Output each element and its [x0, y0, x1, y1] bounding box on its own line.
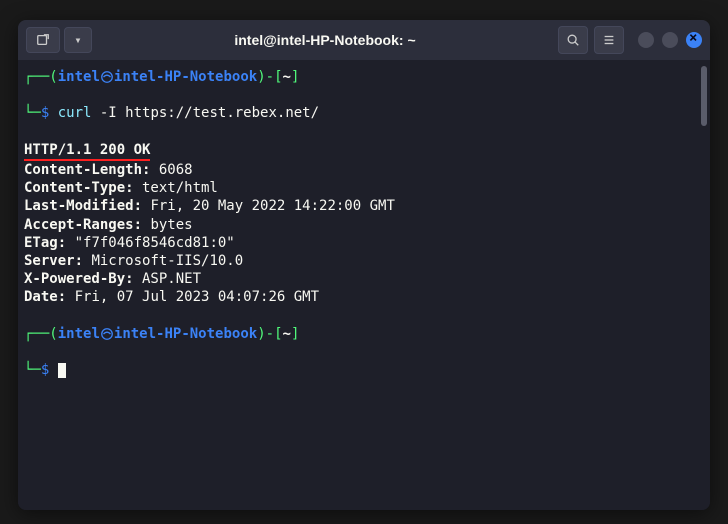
- prompt-close: ): [257, 69, 265, 85]
- prompt-user: intel: [58, 69, 100, 85]
- prompt-open-2: (: [49, 326, 57, 342]
- prompt-dash: -: [266, 69, 274, 85]
- prompt-open: (: [49, 69, 57, 85]
- cursor: [58, 363, 66, 378]
- prompt-path-2: ~: [283, 326, 291, 342]
- window-title: intel@intel-HP-Notebook: ~: [98, 32, 552, 48]
- close-button[interactable]: [686, 32, 702, 48]
- chevron-down-icon: ▾: [74, 33, 81, 47]
- prompt-corner-top-2: ┌──: [24, 326, 49, 342]
- prompt-close-2: ): [257, 326, 265, 342]
- terminal-window: ▾ intel@intel-HP-Notebook: ~: [18, 20, 710, 510]
- maximize-button[interactable]: [662, 32, 678, 48]
- prompt-corner-bottom: └─: [24, 105, 41, 121]
- titlebar-left: ▾: [26, 27, 92, 53]
- dropdown-button[interactable]: ▾: [64, 27, 92, 53]
- menu-button[interactable]: [594, 26, 624, 54]
- prompt-host-2: intel-HP-Notebook: [114, 326, 257, 342]
- prompt-corner-top: ┌──: [24, 69, 49, 85]
- terminal-content: ┌──(intelintel-HP-Notebook)-[~] └─$ curl…: [24, 68, 704, 379]
- command-args: -I https://test.rebex.net/: [91, 105, 319, 121]
- titlebar: ▾ intel@intel-HP-Notebook: ~: [18, 20, 710, 60]
- window-controls: [638, 32, 702, 48]
- kali-icon: [100, 70, 114, 84]
- prompt-path-open: [: [274, 69, 282, 85]
- prompt-path-open-2: [: [274, 326, 282, 342]
- command-name: curl: [58, 105, 92, 121]
- response-headers: Content-Length: 6068 Content-Type: text/…: [24, 162, 395, 305]
- prompt-corner-bottom-2: └─: [24, 362, 41, 378]
- search-button[interactable]: [558, 26, 588, 54]
- prompt-user-2: intel: [58, 326, 100, 342]
- prompt-host: intel-HP-Notebook: [114, 69, 257, 85]
- titlebar-right: [558, 26, 702, 54]
- prompt-path: ~: [283, 69, 291, 85]
- new-tab-icon: [36, 33, 50, 47]
- hamburger-icon: [602, 33, 616, 47]
- terminal-body[interactable]: ┌──(intelintel-HP-Notebook)-[~] └─$ curl…: [18, 60, 710, 510]
- prompt-path-close-2: ]: [291, 326, 299, 342]
- kali-icon-2: [100, 327, 114, 341]
- search-icon: [566, 33, 580, 47]
- prompt-path-close: ]: [291, 69, 299, 85]
- new-tab-button[interactable]: [26, 27, 60, 53]
- minimize-button[interactable]: [638, 32, 654, 48]
- scrollbar[interactable]: [701, 66, 707, 126]
- prompt-dash-2: -: [266, 326, 274, 342]
- http-status-line: HTTP/1.1 200 OK: [24, 141, 150, 161]
